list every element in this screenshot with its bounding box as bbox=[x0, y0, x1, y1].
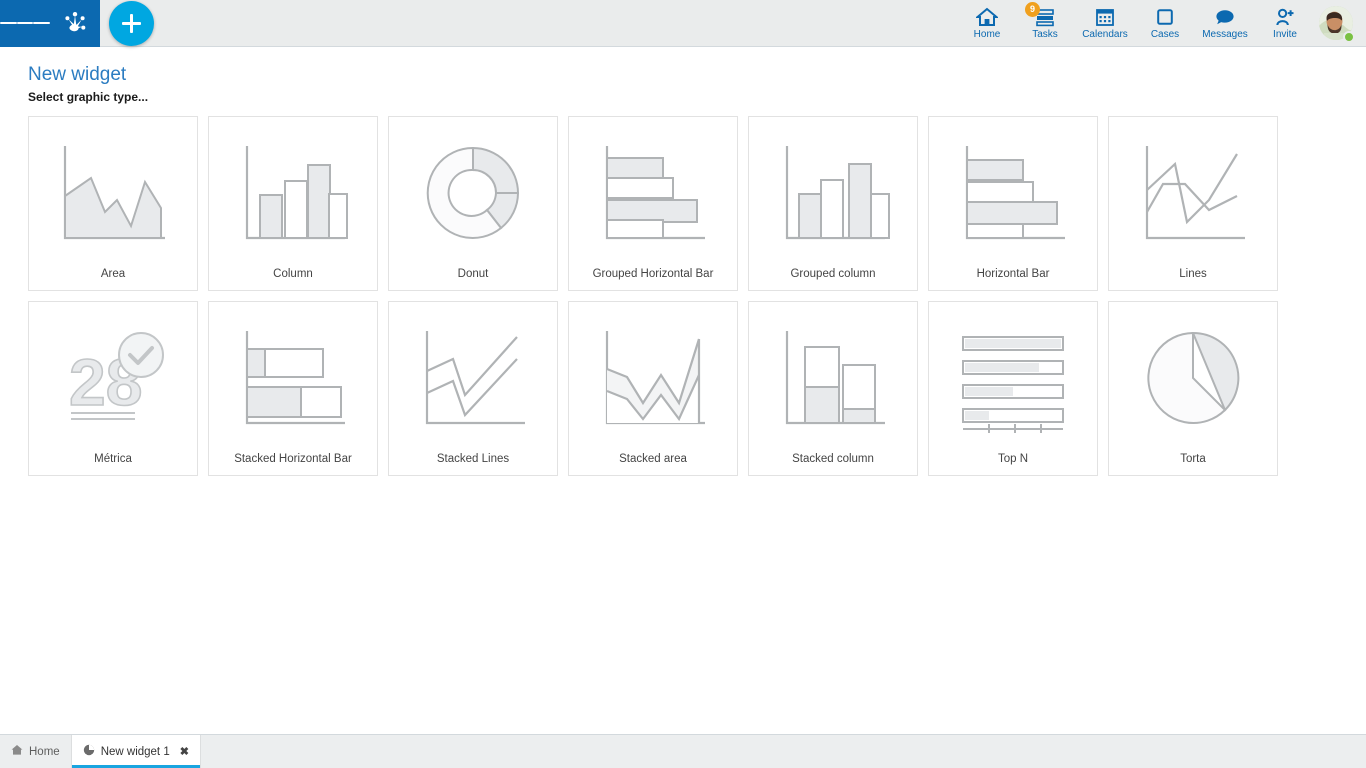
card-label: Horizontal Bar bbox=[976, 268, 1050, 280]
cases-icon bbox=[1155, 6, 1175, 28]
taskbar-label: New widget 1 bbox=[100, 745, 170, 758]
graphic-type-card-stacked-area[interactable]: Stacked area bbox=[568, 301, 738, 476]
taskbar-item-new-widget-1[interactable]: New widget 1 ✖ bbox=[71, 735, 201, 768]
area-chart-icon bbox=[29, 117, 197, 268]
nav-label: Cases bbox=[1150, 28, 1180, 40]
card-label: Stacked Horizontal Bar bbox=[234, 453, 352, 465]
nav-item-invite[interactable]: Invite bbox=[1256, 0, 1314, 47]
top-n-chart-icon bbox=[929, 302, 1097, 453]
header-brand-area bbox=[0, 0, 100, 47]
nav-label: Tasks bbox=[1032, 28, 1058, 40]
nav-item-home[interactable]: Home bbox=[958, 0, 1016, 47]
card-label: Top N bbox=[997, 453, 1029, 465]
card-label: Donut bbox=[457, 268, 489, 280]
horizontal-bar-chart-icon bbox=[929, 117, 1097, 268]
graphic-type-card-area[interactable]: Area bbox=[28, 116, 198, 291]
graphic-type-card-stacked-lines[interactable]: Stacked Lines bbox=[388, 301, 558, 476]
nav-label: Messages bbox=[1202, 28, 1248, 40]
nav-item-messages[interactable]: Messages bbox=[1194, 0, 1256, 47]
home-small-icon bbox=[11, 744, 23, 759]
pie-small-icon bbox=[83, 744, 95, 759]
page-title: New widget bbox=[28, 64, 127, 85]
grouped-column-chart-icon bbox=[749, 117, 917, 268]
calendar-icon bbox=[1095, 6, 1115, 28]
nav-item-tasks[interactable]: 9 Tasks bbox=[1016, 0, 1074, 47]
donut-chart-icon bbox=[389, 117, 557, 268]
graphic-type-card-stacked-horizontal-bar[interactable]: Stacked Horizontal Bar bbox=[208, 301, 378, 476]
graphic-type-card-column[interactable]: Column bbox=[208, 116, 378, 291]
card-label: Grouped column bbox=[790, 268, 876, 280]
header-nav: Home 9 Tasks Calendars Cases Messages In… bbox=[958, 0, 1366, 47]
tasks-badge: 9 bbox=[1025, 1, 1040, 17]
card-label: Métrica bbox=[94, 453, 132, 465]
page-header: New widget Select graphic type... bbox=[0, 47, 1366, 104]
taskbar: Home New widget 1 ✖ bbox=[0, 734, 1366, 768]
graphic-type-card-horizontal-bar[interactable]: Horizontal Bar bbox=[928, 116, 1098, 291]
card-label: Stacked column bbox=[792, 453, 874, 465]
card-label: Lines bbox=[1179, 268, 1207, 280]
nav-item-calendars[interactable]: Calendars bbox=[1074, 0, 1136, 47]
graphic-type-card-lines[interactable]: Lines bbox=[1108, 116, 1278, 291]
graphic-type-card-torta[interactable]: Torta bbox=[1108, 301, 1278, 476]
card-label: Stacked Lines bbox=[436, 453, 510, 465]
add-new-button[interactable] bbox=[109, 1, 154, 46]
stacked-horizontal-bar-chart-icon bbox=[209, 302, 377, 453]
lines-chart-icon bbox=[1109, 117, 1277, 268]
graphic-type-card-grouped-column[interactable]: Grouped column bbox=[748, 116, 918, 291]
grouped-horizontal-bar-chart-icon bbox=[569, 117, 737, 268]
card-label: Torta bbox=[1180, 453, 1206, 465]
nav-item-cases[interactable]: Cases bbox=[1136, 0, 1194, 47]
nav-label: Calendars bbox=[1082, 28, 1128, 40]
graphic-type-card-metrica[interactable]: 28 Métrica bbox=[28, 301, 198, 476]
card-label: Column bbox=[273, 268, 313, 280]
stacked-column-chart-icon bbox=[749, 302, 917, 453]
graphic-type-card-top-n[interactable]: Top N bbox=[928, 301, 1098, 476]
pie-chart-icon bbox=[1109, 302, 1277, 453]
app-logo-icon[interactable] bbox=[50, 0, 100, 47]
close-icon[interactable]: ✖ bbox=[180, 745, 189, 758]
card-label: Grouped Horizontal Bar bbox=[592, 268, 714, 280]
status-online-indicator bbox=[1343, 30, 1355, 43]
metric-number-icon: 28 bbox=[29, 302, 197, 453]
home-icon bbox=[976, 6, 998, 28]
top-header: Home 9 Tasks Calendars Cases Messages In… bbox=[0, 0, 1366, 47]
taskbar-label: Home bbox=[29, 745, 60, 758]
hamburger-menu-icon[interactable] bbox=[0, 0, 51, 47]
card-label: Area bbox=[100, 268, 126, 280]
taskbar-item-home[interactable]: Home bbox=[0, 735, 72, 768]
graphic-type-grid: Area Column Donut Grouped Horizontal Bar… bbox=[28, 116, 1308, 476]
graphic-type-card-stacked-column[interactable]: Stacked column bbox=[748, 301, 918, 476]
stacked-area-chart-icon bbox=[569, 302, 737, 453]
messages-icon bbox=[1214, 6, 1236, 28]
graphic-type-card-donut[interactable]: Donut bbox=[388, 116, 558, 291]
nav-label: Invite bbox=[1273, 28, 1297, 40]
stacked-lines-chart-icon bbox=[389, 302, 557, 453]
page-subtitle: Select graphic type... bbox=[28, 90, 149, 104]
column-chart-icon bbox=[209, 117, 377, 268]
avatar[interactable] bbox=[1314, 0, 1358, 47]
nav-label: Home bbox=[973, 28, 1001, 40]
invite-user-icon bbox=[1274, 6, 1296, 28]
card-label: Stacked area bbox=[619, 453, 687, 465]
graphic-type-card-grouped-horizontal-bar[interactable]: Grouped Horizontal Bar bbox=[568, 116, 738, 291]
